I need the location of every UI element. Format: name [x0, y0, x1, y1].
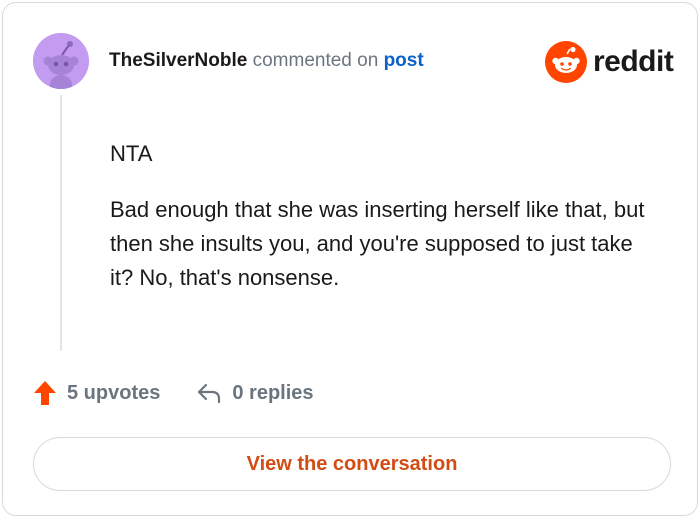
snoo-avatar-icon: [33, 33, 89, 89]
upvote-count: 5 upvotes: [67, 381, 161, 404]
reply-count: 0 replies: [232, 381, 314, 404]
reddit-brand[interactable]: reddit: [545, 40, 674, 84]
commented-on-text: commented on: [252, 50, 379, 71]
comment-header: TheSilverNoble commented on post: [109, 47, 424, 75]
reply-button[interactable]: 0 replies: [196, 381, 314, 405]
comment-embed-card: TheSilverNoble commented on post reddit …: [2, 2, 698, 516]
comment-body: NTA Bad enough that she was inserting he…: [110, 137, 650, 317]
reply-arrow-icon: [198, 383, 221, 404]
upvote-arrow-icon: [34, 381, 56, 405]
avatar[interactable]: [33, 33, 89, 89]
reddit-wordmark: reddit: [593, 45, 674, 78]
upvote-button[interactable]: 5 upvotes: [33, 380, 160, 406]
view-conversation-button[interactable]: View the conversation: [33, 437, 671, 491]
comment-paragraph: NTA: [110, 141, 153, 166]
thread-line: [60, 95, 62, 351]
comment-paragraph: Bad enough that she was inserting hersel…: [110, 197, 645, 290]
reddit-logo-icon: [545, 41, 587, 83]
post-link[interactable]: post: [384, 50, 424, 71]
comment-actions: 5 upvotes 0 replies: [33, 377, 314, 409]
username-link[interactable]: TheSilverNoble: [109, 50, 247, 71]
